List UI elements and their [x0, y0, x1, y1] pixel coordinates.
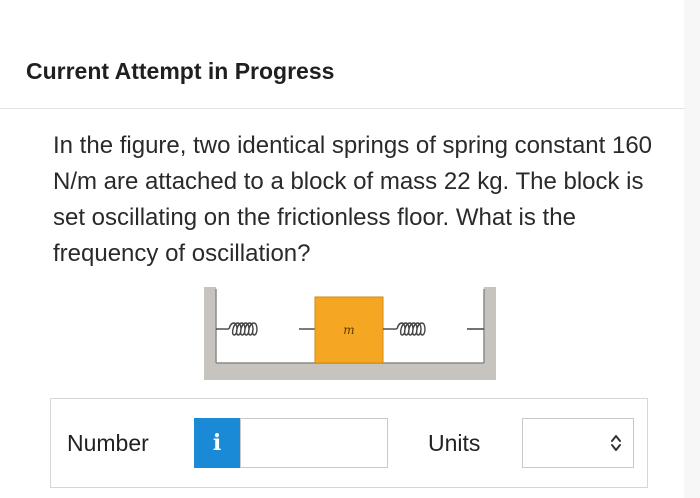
number-input[interactable] [240, 418, 388, 468]
info-icon[interactable]: i [194, 418, 240, 468]
question-card: Current Attempt in Progress In the figur… [0, 0, 684, 498]
question-text: In the figure, two identical springs of … [53, 132, 653, 267]
divider [0, 108, 684, 109]
answer-row: Number i Units [50, 398, 648, 488]
block-label: m [343, 323, 354, 337]
attempt-status-heading: Current Attempt in Progress [26, 58, 335, 84]
spring-block-figure: m [204, 287, 496, 380]
number-label: Number [67, 430, 149, 456]
floor [204, 363, 496, 380]
right-wall [484, 287, 496, 380]
left-wall [204, 287, 216, 380]
chevron-updown-icon [611, 435, 621, 451]
units-label: Units [428, 430, 481, 456]
info-icon-glyph: i [212, 430, 222, 456]
units-select[interactable] [522, 418, 634, 468]
